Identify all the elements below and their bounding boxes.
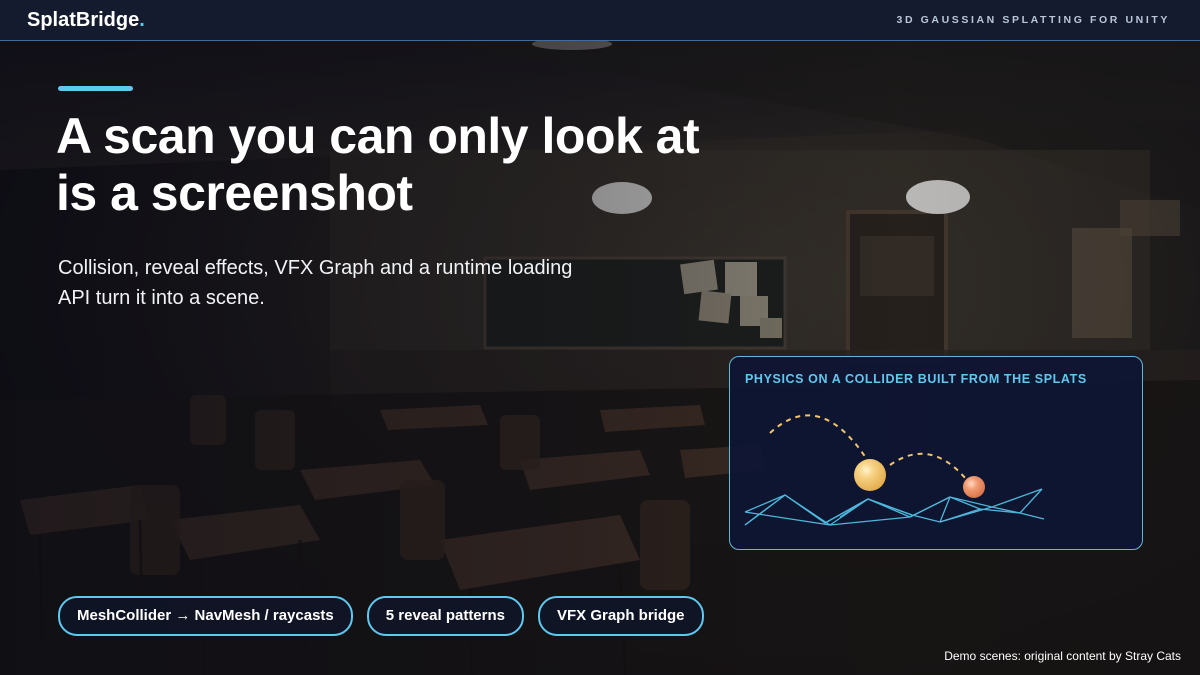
pill-vfx-graph: VFX Graph bridge bbox=[538, 596, 704, 636]
slide: SplatBridge. 3D GAUSSIAN SPLATTING FOR U… bbox=[0, 0, 1200, 675]
feature-pills: MeshCollider → NavMesh / raycasts 5 reve… bbox=[58, 596, 704, 636]
ball-trajectory-1 bbox=[769, 414, 869, 462]
subtitle-line-2: API turn it into a scene. bbox=[58, 287, 265, 309]
brand-logo: SplatBridge. bbox=[27, 9, 145, 32]
headline-line-2: is a screenshot bbox=[56, 165, 413, 221]
subtitle: Collision, reveal effects, VFX Graph and… bbox=[58, 253, 658, 313]
background-shade bbox=[0, 0, 1200, 675]
ball-small bbox=[963, 476, 985, 498]
physics-illustration bbox=[744, 414, 1045, 526]
physics-card: PHYSICS ON A COLLIDER BUILT FROM THE SPL… bbox=[729, 356, 1143, 550]
top-bar: SplatBridge. 3D GAUSSIAN SPLATTING FOR U… bbox=[0, 0, 1200, 41]
pill-meshcollider: MeshCollider → NavMesh / raycasts bbox=[58, 596, 353, 636]
pill-reveal-patterns: 5 reveal patterns bbox=[366, 596, 524, 636]
brand-name: SplatBridge bbox=[27, 9, 140, 31]
subtitle-line-1: Collision, reveal effects, VFX Graph and… bbox=[58, 257, 573, 279]
ball-large bbox=[854, 459, 886, 491]
headline-line-1: A scan you can only look at bbox=[56, 108, 700, 164]
accent-line bbox=[58, 86, 133, 91]
brand-tagline: 3D GAUSSIAN SPLATTING FOR UNITY bbox=[896, 14, 1170, 26]
collider-mesh bbox=[744, 488, 1045, 526]
headline: A scan you can only look at is a screens… bbox=[56, 108, 816, 222]
credit-note: Demo scenes: original content by Stray C… bbox=[944, 649, 1181, 663]
ball-trajectory-2 bbox=[889, 452, 967, 480]
brand-dot: . bbox=[139, 9, 145, 31]
